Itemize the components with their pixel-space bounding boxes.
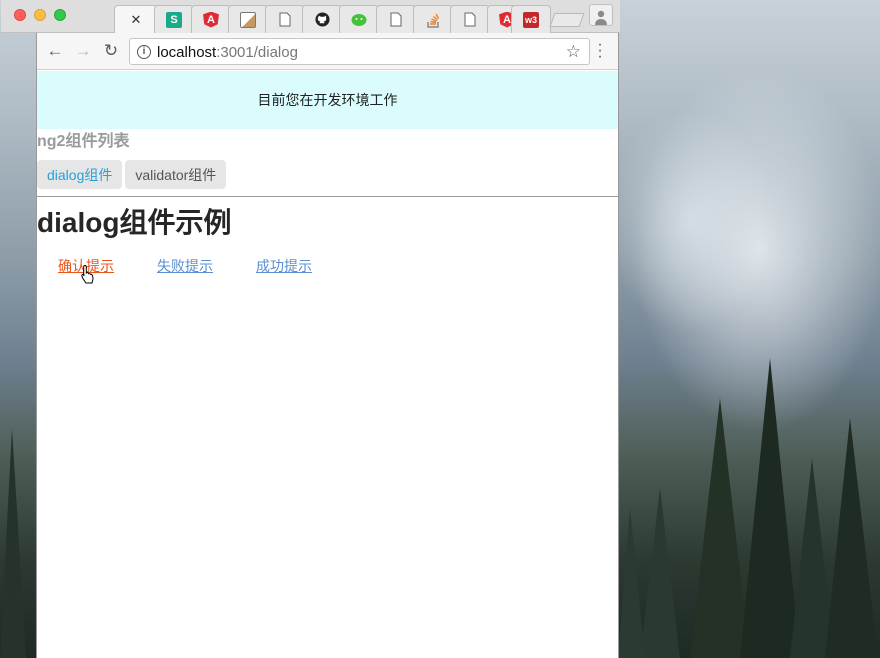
- tab-image[interactable]: [228, 5, 268, 33]
- image-icon: [240, 11, 256, 28]
- tab-stackoverflow[interactable]: [413, 5, 453, 33]
- tab-strip: ✕ S A A w3: [1, 0, 620, 33]
- site-info-icon[interactable]: i: [137, 45, 151, 59]
- minimize-window-button[interactable]: [34, 9, 46, 21]
- angular-icon: A: [203, 11, 219, 28]
- tab-close-icon[interactable]: ✕: [131, 12, 142, 28]
- document-icon: [390, 12, 402, 27]
- nav-validator-button[interactable]: validator组件: [125, 160, 227, 189]
- bookmark-star-icon[interactable]: ☆: [566, 42, 581, 62]
- url-path: :3001/dialog: [216, 44, 298, 61]
- new-tab-button[interactable]: [549, 13, 585, 27]
- tab-document-3[interactable]: [450, 5, 490, 33]
- demo-title: dialog组件示例: [37, 207, 232, 238]
- wechat-icon: [351, 13, 367, 26]
- profile-button[interactable]: [589, 4, 613, 26]
- maximize-window-button[interactable]: [54, 9, 66, 21]
- tab-segmentfault[interactable]: S: [154, 5, 194, 33]
- document-icon: [464, 12, 476, 27]
- page-content: 目前您在开发环境工作 ng2组件列表 dialog组件 validator组件 …: [37, 71, 618, 658]
- github-icon: [314, 12, 330, 27]
- w3-icon: w3: [523, 11, 539, 28]
- tab-document-2[interactable]: [376, 5, 416, 33]
- tab-active[interactable]: ✕: [114, 5, 158, 33]
- browser-window: ✕ S A A w3 ← → ↻ i localhost:3001/dialog…: [1, 0, 620, 658]
- tab-github[interactable]: [302, 5, 342, 33]
- tab-w3[interactable]: w3: [511, 5, 551, 33]
- env-banner: 目前您在开发环境工作: [37, 71, 618, 129]
- document-icon: [279, 12, 291, 27]
- stackoverflow-icon: [427, 13, 440, 28]
- url-host: localhost: [157, 44, 217, 61]
- reload-icon[interactable]: ↻: [101, 41, 121, 61]
- back-arrow-icon[interactable]: ←: [45, 41, 65, 61]
- browser-toolbar: ← → ↻ i localhost:3001/dialog ☆ · · ·: [37, 33, 618, 70]
- forward-arrow-icon[interactable]: →: [73, 41, 93, 61]
- segmentfault-icon: S: [166, 11, 182, 28]
- close-window-button[interactable]: [14, 9, 26, 21]
- fail-dialog-link[interactable]: 失败提示: [157, 256, 213, 276]
- component-list-title: ng2组件列表: [37, 133, 130, 150]
- tab-document[interactable]: [265, 5, 305, 33]
- tab-angular[interactable]: A: [191, 5, 231, 33]
- menu-dots-icon[interactable]: · · ·: [596, 37, 604, 65]
- nav-dialog-button[interactable]: dialog组件: [37, 160, 123, 189]
- hand-pointer-icon: [81, 264, 94, 284]
- dialog-demo-links: 确认提示 失败提示 成功提示: [37, 256, 618, 276]
- address-bar[interactable]: i localhost:3001/dialog ☆: [129, 38, 590, 65]
- address-url: localhost:3001/dialog: [157, 44, 298, 61]
- tab-wechat[interactable]: [339, 5, 379, 33]
- env-banner-text: 目前您在开发环境工作: [257, 92, 398, 108]
- divider: [37, 196, 618, 197]
- success-dialog-link[interactable]: 成功提示: [256, 256, 312, 276]
- component-nav: dialog组件 validator组件: [37, 160, 618, 189]
- person-icon: [595, 10, 607, 25]
